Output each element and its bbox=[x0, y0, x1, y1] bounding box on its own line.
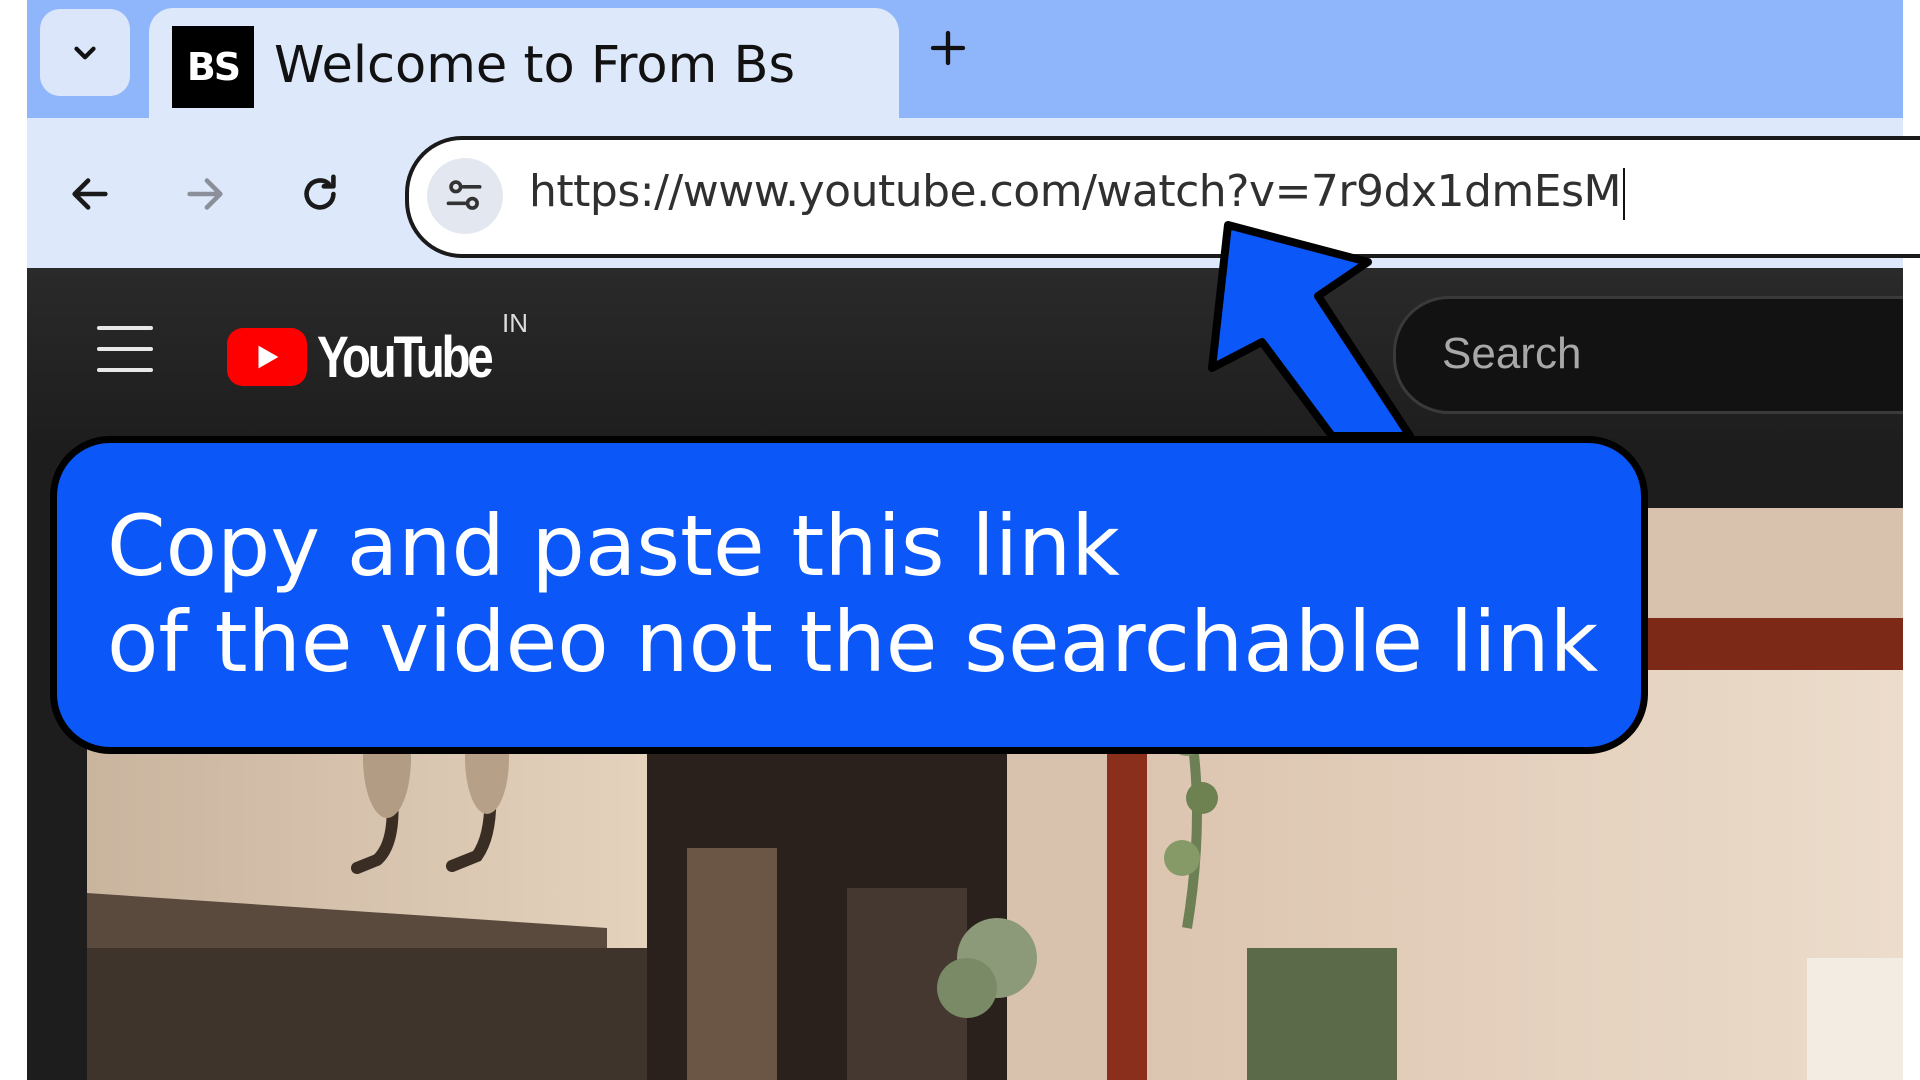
callout-text-line-2: of the video not the searchable link bbox=[107, 593, 1599, 691]
callout-text-line-1: Copy and paste this link bbox=[107, 497, 1120, 595]
instruction-callout: Copy and paste this link of the video no… bbox=[50, 436, 1648, 754]
